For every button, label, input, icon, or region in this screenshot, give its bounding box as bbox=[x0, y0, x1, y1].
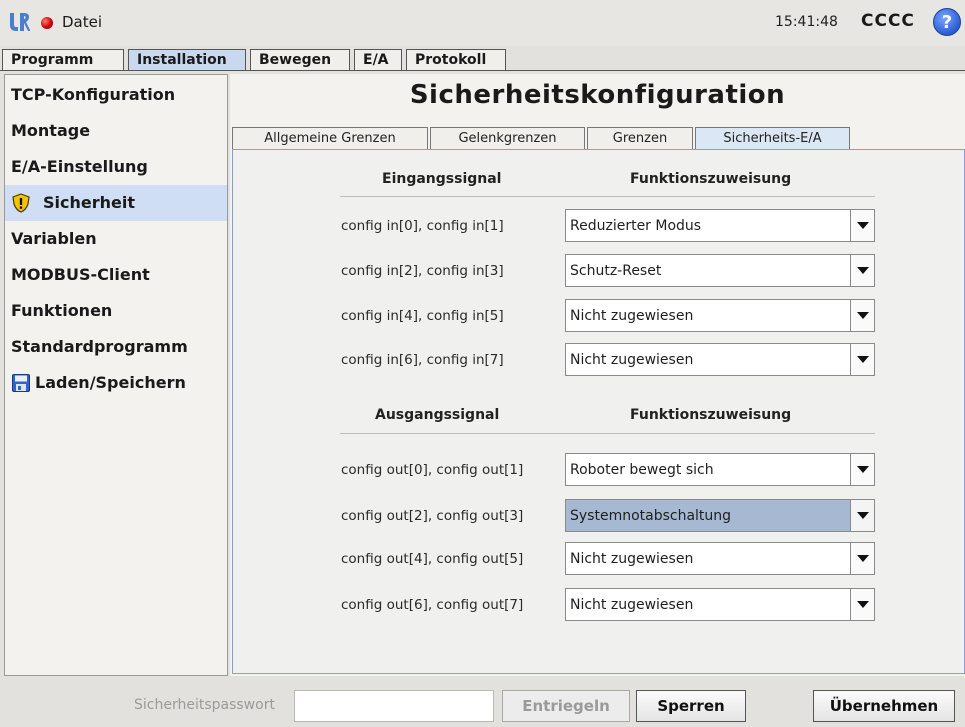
robot-name: CCCC bbox=[861, 11, 915, 31]
floppy-disk-icon bbox=[12, 374, 30, 392]
dropdown-button[interactable] bbox=[850, 543, 874, 574]
tab-protokoll[interactable]: Protokoll bbox=[406, 49, 506, 71]
sidebar-item-montage[interactable]: Montage bbox=[5, 113, 227, 149]
ur-logo-icon bbox=[10, 13, 30, 31]
sidebar-item-label: Funktionen bbox=[11, 301, 113, 320]
input-function-select[interactable]: Nicht zugewiesen bbox=[565, 343, 875, 376]
sidebar-item-label: MODBUS-Client bbox=[11, 265, 150, 284]
unlock-button[interactable]: Entriegeln bbox=[502, 690, 630, 722]
lock-button[interactable]: Sperren bbox=[636, 690, 746, 722]
sidebar-item-laden-speichern[interactable]: Laden/Speichern bbox=[5, 365, 227, 401]
apply-button[interactable]: Übernehmen bbox=[813, 690, 955, 722]
output-function-select[interactable]: Nicht zugewiesen bbox=[565, 588, 875, 621]
dropdown-button[interactable] bbox=[850, 300, 874, 331]
sidebar-item-standardprogramm[interactable]: Standardprogramm bbox=[5, 329, 227, 365]
output-signal-label: config out[4], config out[5] bbox=[341, 551, 524, 567]
chevron-down-icon bbox=[857, 466, 869, 473]
select-value: Nicht zugewiesen bbox=[570, 352, 694, 368]
sidebar-item-label: Variablen bbox=[11, 229, 97, 248]
warning-shield-icon bbox=[12, 193, 30, 213]
select-value: Nicht zugewiesen bbox=[570, 551, 694, 567]
chevron-down-icon bbox=[857, 267, 869, 274]
output-signal-label: config out[2], config out[3] bbox=[341, 508, 524, 524]
output-signal-label: config out[6], config out[7] bbox=[341, 597, 524, 613]
tab-ea[interactable]: E/A bbox=[354, 49, 402, 71]
input-signal-label: config in[0], config in[1] bbox=[341, 218, 504, 234]
sidebar-item-sicherheit[interactable]: Sicherheit bbox=[5, 185, 227, 221]
input-signal-label: config in[4], config in[5] bbox=[341, 308, 504, 324]
sidebar-item-label: Laden/Speichern bbox=[35, 373, 186, 392]
divider bbox=[340, 433, 875, 434]
divider bbox=[340, 196, 875, 197]
dropdown-button[interactable] bbox=[850, 210, 874, 241]
output-signal-header: Ausgangssignal bbox=[375, 407, 500, 423]
chevron-down-icon bbox=[857, 222, 869, 229]
input-function-select[interactable]: Schutz-Reset bbox=[565, 254, 875, 287]
input-signal-label: config in[6], config in[7] bbox=[341, 352, 504, 368]
sidebar-item-tcp[interactable]: TCP-Konfiguration bbox=[5, 77, 227, 113]
subtab-sicherheits-ea[interactable]: Sicherheits-E/A bbox=[695, 127, 850, 149]
file-menu[interactable]: Datei bbox=[62, 13, 102, 31]
chevron-down-icon bbox=[857, 356, 869, 363]
sidebar-item-label: TCP-Konfiguration bbox=[11, 85, 176, 104]
select-value: Nicht zugewiesen bbox=[570, 597, 694, 613]
chevron-down-icon bbox=[857, 512, 869, 519]
dropdown-button[interactable] bbox=[850, 500, 874, 531]
password-label: Sicherheitspasswort bbox=[134, 697, 275, 713]
output-function-select[interactable]: Roboter bewegt sich bbox=[565, 453, 875, 486]
input-signal-header: Eingangssignal bbox=[382, 171, 502, 187]
sidebar-item-variablen[interactable]: Variablen bbox=[5, 221, 227, 257]
input-signal-label: config in[2], config in[3] bbox=[341, 263, 504, 279]
select-value: Roboter bewegt sich bbox=[570, 462, 714, 478]
input-function-select[interactable]: Nicht zugewiesen bbox=[565, 299, 875, 332]
robot-status-icon bbox=[41, 17, 53, 29]
installation-sidebar: TCP-Konfiguration Montage E/A-Einstellun… bbox=[4, 74, 228, 676]
sidebar-item-ea-einstellung[interactable]: E/A-Einstellung bbox=[5, 149, 227, 185]
output-function-select[interactable]: Nicht zugewiesen bbox=[565, 542, 875, 575]
clock: 15:41:48 bbox=[775, 14, 838, 30]
chevron-down-icon bbox=[857, 555, 869, 562]
sidebar-item-modbus[interactable]: MODBUS-Client bbox=[5, 257, 227, 293]
tab-programm[interactable]: Programm bbox=[2, 49, 124, 71]
output-function-select[interactable]: Systemnotabschaltung bbox=[565, 499, 875, 532]
sidebar-item-funktionen[interactable]: Funktionen bbox=[5, 293, 227, 329]
output-function-header: Funktionszuweisung bbox=[630, 407, 792, 423]
select-value: Schutz-Reset bbox=[570, 263, 662, 279]
sidebar-item-label: Montage bbox=[11, 121, 91, 140]
output-signal-label: config out[0], config out[1] bbox=[341, 462, 524, 478]
page-title: Sicherheitskonfiguration bbox=[409, 80, 786, 110]
chevron-down-icon bbox=[857, 312, 869, 319]
select-value: Systemnotabschaltung bbox=[570, 508, 732, 524]
sidebar-item-label: E/A-Einstellung bbox=[11, 157, 148, 176]
select-value: Nicht zugewiesen bbox=[570, 308, 694, 324]
subtab-grenzen[interactable]: Grenzen bbox=[587, 127, 693, 149]
chevron-down-icon bbox=[857, 601, 869, 608]
sidebar-item-label: Standardprogramm bbox=[11, 337, 188, 356]
tab-installation[interactable]: Installation bbox=[128, 49, 246, 71]
subtab-gelenkgrenzen[interactable]: Gelenkgrenzen bbox=[430, 127, 585, 149]
input-function-header: Funktionszuweisung bbox=[630, 171, 792, 187]
dropdown-button[interactable] bbox=[850, 589, 874, 620]
dropdown-button[interactable] bbox=[850, 255, 874, 286]
dropdown-button[interactable] bbox=[850, 344, 874, 375]
tab-bewegen[interactable]: Bewegen bbox=[250, 49, 350, 71]
dropdown-button[interactable] bbox=[850, 454, 874, 485]
password-input[interactable] bbox=[294, 690, 494, 722]
help-icon[interactable]: ? bbox=[933, 8, 961, 36]
sidebar-item-label: Sicherheit bbox=[43, 193, 135, 212]
input-function-select[interactable]: Reduzierter Modus bbox=[565, 209, 875, 242]
main-tabs: Programm Installation Bewegen E/A Protok… bbox=[0, 49, 965, 71]
tab-divider bbox=[0, 70, 965, 71]
subtab-allgemeine-grenzen[interactable]: Allgemeine Grenzen bbox=[232, 127, 428, 149]
select-value: Reduzierter Modus bbox=[570, 218, 702, 234]
